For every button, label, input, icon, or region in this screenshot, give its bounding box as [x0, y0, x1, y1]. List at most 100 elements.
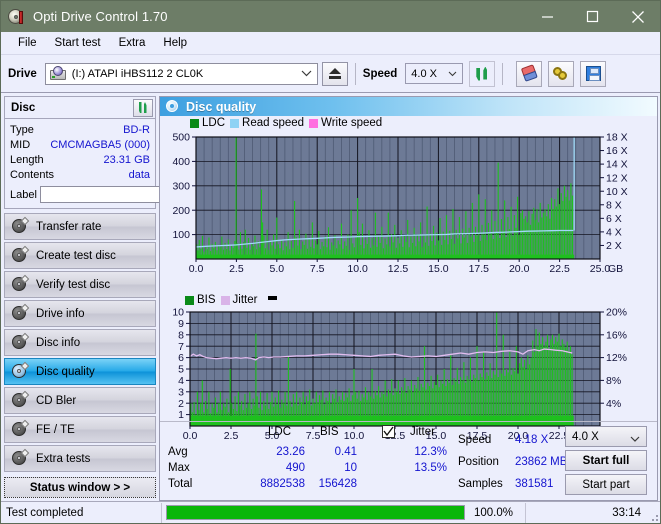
charts-area: LDC Read speed Write speed 100 200 300 400 5…	[160, 116, 657, 442]
legend-label: LDC	[202, 117, 226, 129]
svg-text:16 X: 16 X	[606, 145, 628, 157]
chevron-down-icon	[630, 433, 640, 445]
disc-row-contents: Contents data	[10, 167, 150, 182]
eraser-icon	[519, 64, 540, 84]
svg-text:10 X: 10 X	[606, 186, 628, 198]
refresh-drive-button[interactable]	[469, 60, 496, 87]
body: Disc Type BD-R MID CMCMAGBA5 (000) Lengt…	[1, 94, 660, 501]
legend-swatch	[309, 118, 319, 128]
maximize-icon[interactable]	[570, 1, 615, 32]
status-message: Test completed	[6, 506, 84, 519]
sidebar-item-verify-test-disc[interactable]: Verify test disc	[4, 271, 156, 298]
chart-marker-icon	[268, 295, 278, 300]
menu-bar: File Start test Extra Help	[1, 32, 660, 55]
tools-button[interactable]	[548, 60, 575, 87]
test-speed-select[interactable]: 4.0 X	[565, 426, 647, 447]
menu-file[interactable]: File	[9, 35, 46, 51]
disc-icon	[12, 332, 30, 350]
svg-text:8: 8	[178, 329, 184, 341]
svg-text:500: 500	[172, 132, 190, 144]
save-button[interactable]	[580, 60, 607, 87]
jitter-label: Jitter	[410, 426, 435, 438]
svg-text:16%: 16%	[606, 329, 627, 341]
svg-text:5.0: 5.0	[269, 263, 284, 275]
page-title: Disc quality	[186, 99, 257, 114]
sidebar-item-fe-te[interactable]: FE / TE	[4, 416, 156, 443]
svg-text:14 X: 14 X	[606, 159, 628, 171]
legend-read-speed: Read speed	[230, 117, 304, 129]
svg-text:2: 2	[178, 398, 184, 410]
sidebar-item-label: Disc info	[36, 336, 81, 349]
sidebar-item-disc-info[interactable]: Disc info	[4, 329, 156, 356]
disc-row-type: Type BD-R	[10, 122, 150, 137]
resize-grip[interactable]	[646, 502, 660, 524]
speed-select[interactable]: 4.0 X	[405, 63, 464, 84]
svg-text:2.5: 2.5	[229, 263, 244, 275]
svg-text:1: 1	[178, 409, 184, 421]
status-divider	[161, 502, 162, 523]
disc-icon	[12, 390, 30, 408]
legend-swatch	[190, 118, 199, 128]
stats-row-avg-label: Avg	[168, 446, 188, 458]
menu-help[interactable]: Help	[154, 35, 196, 51]
window-title: Opti Drive Control 1.70	[33, 9, 168, 24]
toolbar: Drive (I:) ATAPI iHBS112 2 CL0K Speed 4.…	[1, 55, 660, 93]
legend-label: Jitter	[232, 294, 258, 306]
svg-text:10: 10	[172, 307, 184, 319]
stats-header-bis: BIS	[320, 426, 339, 438]
legend-label: Write speed	[321, 117, 383, 129]
start-part-button[interactable]: Start part	[565, 474, 647, 495]
eject-button[interactable]	[321, 61, 348, 86]
disc-type-value: BD-R	[123, 123, 150, 136]
sidebar-item-transfer-rate[interactable]: Transfer rate	[4, 213, 156, 240]
disc-contents-key: Contents	[10, 168, 55, 181]
speed-label: Speed	[362, 67, 398, 80]
sidebar-item-drive-info[interactable]: Drive info	[4, 300, 156, 327]
svg-text:2 X: 2 X	[606, 240, 622, 252]
status-bar: Test completed 100.0% 33:14	[1, 501, 660, 523]
svg-text:6 X: 6 X	[606, 213, 622, 225]
disc-mid-value: CMCMAGBA5 (000)	[50, 138, 150, 151]
svg-text:10.0: 10.0	[347, 263, 368, 275]
minimize-icon[interactable]	[525, 1, 570, 32]
sidebar-item-disc-quality[interactable]: Disc quality	[4, 358, 156, 385]
svg-text:8%: 8%	[606, 375, 621, 387]
refresh-icon	[137, 101, 150, 114]
drive-select[interactable]: (I:) ATAPI iHBS112 2 CL0K	[44, 62, 318, 85]
legend-swatch	[230, 118, 240, 128]
start-full-button[interactable]: Start full	[565, 450, 647, 471]
disc-row-length: Length 23.31 GB	[10, 152, 150, 167]
legend-swatch	[185, 295, 194, 305]
stats-avg-ldc: 23.26	[276, 446, 305, 458]
sidebar-item-label: Create test disc	[36, 249, 116, 262]
sidebar-item-extra-tests[interactable]: Extra tests	[4, 445, 156, 472]
erase-button[interactable]	[516, 60, 543, 87]
menu-start-test-label: Start test	[54, 37, 101, 49]
menu-extra[interactable]: Extra	[110, 35, 155, 51]
svg-text:12%: 12%	[606, 352, 627, 364]
elapsed-time: 33:14	[612, 506, 641, 519]
ldc-chart-canvas: 100 200 300 400 500 2 X 4 X6 X 8 X10 X 12 X14 X 1…	[172, 132, 628, 275]
jitter-checkbox[interactable]	[382, 425, 395, 438]
status-window-button[interactable]: Status window > >	[4, 477, 156, 498]
sidebar-item-label: Transfer rate	[36, 220, 102, 233]
stats-avg-jitter: 12.3%	[414, 446, 447, 458]
disc-refresh-button[interactable]	[133, 98, 153, 117]
sidebar-item-create-test-disc[interactable]: Create test disc	[4, 242, 156, 269]
panel-header: Disc quality	[160, 97, 657, 116]
close-icon[interactable]	[615, 1, 660, 32]
svg-text:12 X: 12 X	[606, 172, 628, 184]
menu-start-test[interactable]: Start test	[46, 35, 110, 51]
svg-text:3: 3	[178, 386, 184, 398]
svg-text:6: 6	[178, 352, 184, 364]
svg-text:15.0: 15.0	[428, 263, 449, 275]
toolbar-divider	[354, 62, 356, 85]
sidebar-item-label: FE / TE	[36, 423, 75, 436]
sidebar: Disc Type BD-R MID CMCMAGBA5 (000) Lengt…	[1, 94, 241, 501]
sidebar-item-label: Drive info	[36, 307, 85, 320]
refresh-icon	[474, 66, 490, 82]
svg-text:8 X: 8 X	[606, 199, 622, 211]
sidebar-item-cd-bler[interactable]: CD Bler	[4, 387, 156, 414]
svg-text:22.5: 22.5	[549, 263, 570, 275]
